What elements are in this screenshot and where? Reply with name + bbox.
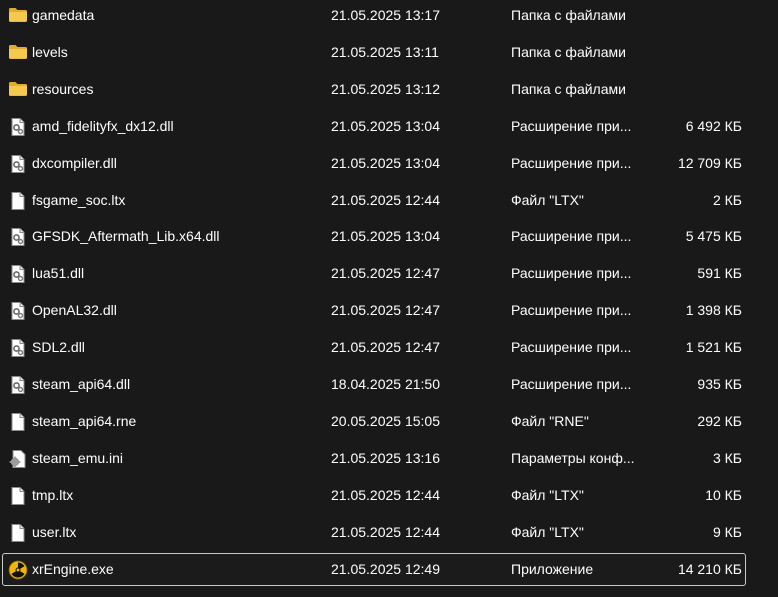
file-name: amd_fidelityfx_dx12.dll xyxy=(32,117,174,134)
radiation-exe-icon xyxy=(8,560,28,580)
file-name: GFSDK_Aftermath_Lib.x64.dll xyxy=(32,228,220,245)
file-name: user.ltx xyxy=(32,523,77,540)
file-name: fsgame_soc.ltx xyxy=(32,191,126,208)
folder-icon xyxy=(8,42,28,62)
file-name: xrEngine.exe xyxy=(32,560,114,577)
file-type: Приложение xyxy=(511,560,594,577)
folder-icon xyxy=(8,5,28,25)
dll-file-icon xyxy=(8,301,28,321)
file-row-13[interactable]: tmp.ltx 21.05.2025 12:44 Файл "LTX" 10 К… xyxy=(2,479,746,512)
blank-file-icon xyxy=(8,523,28,543)
file-row-7[interactable]: lua51.dll 21.05.2025 12:47 Расширение пр… xyxy=(2,257,746,290)
file-date-modified: 18.04.2025 21:50 xyxy=(331,376,440,392)
file-size: 292 КБ xyxy=(697,412,742,429)
dll-file-icon xyxy=(8,264,28,284)
file-name: levels xyxy=(32,43,68,60)
dll-file-icon xyxy=(8,154,28,174)
file-type: Папка с файлами xyxy=(511,43,626,60)
file-type: Параметры конф... xyxy=(511,449,635,466)
file-type: Расширение при... xyxy=(511,228,632,245)
file-name: lua51.dll xyxy=(32,265,85,282)
file-row-2[interactable]: resources 21.05.2025 13:12 Папка с файла… xyxy=(2,73,746,106)
file-name: resources xyxy=(32,80,94,97)
blank-file-icon xyxy=(8,486,28,506)
file-date-modified: 21.05.2025 12:47 xyxy=(331,302,440,319)
file-date-modified: 21.05.2025 13:12 xyxy=(331,80,440,97)
file-type: Файл "LTX" xyxy=(511,486,584,503)
file-date-modified: 21.05.2025 12:44 xyxy=(331,191,440,208)
file-size: 591 КБ xyxy=(697,265,742,282)
file-type: Расширение при... xyxy=(511,117,632,134)
file-name: steam_emu.ini xyxy=(32,449,124,466)
dll-file-icon xyxy=(8,227,28,247)
file-type: Расширение при... xyxy=(511,376,632,392)
file-date-modified: 21.05.2025 12:44 xyxy=(331,523,440,540)
file-date-modified: 21.05.2025 12:47 xyxy=(331,265,440,282)
file-date-modified: 21.05.2025 13:11 xyxy=(331,43,439,60)
file-size: 1 398 КБ xyxy=(685,302,742,319)
file-name: steam_api64.dll xyxy=(32,376,131,392)
file-name: steam_api64.rne xyxy=(32,412,137,429)
file-date-modified: 21.05.2025 13:04 xyxy=(331,117,440,134)
file-row-11[interactable]: steam_api64.rne 20.05.2025 15:05 Файл "R… xyxy=(2,405,746,438)
file-type: Папка с файлами xyxy=(511,80,626,97)
file-row-15[interactable]: xrEngine.exe 21.05.2025 12:49 Приложение… xyxy=(2,552,746,586)
file-row-6[interactable]: GFSDK_Aftermath_Lib.x64.dll 21.05.2025 1… xyxy=(2,220,746,253)
file-name: gamedata xyxy=(32,7,95,23)
file-type: Файл "LTX" xyxy=(511,191,584,208)
file-type: Расширение при... xyxy=(511,302,632,319)
file-type: Файл "LTX" xyxy=(511,523,584,540)
dll-file-icon xyxy=(8,375,28,395)
file-date-modified: 21.05.2025 13:16 xyxy=(331,449,440,466)
file-row-4[interactable]: dxcompiler.dll 21.05.2025 13:04 Расширен… xyxy=(2,147,746,180)
blank-file-icon xyxy=(8,191,28,211)
file-type: Расширение при... xyxy=(511,339,632,356)
file-list: gamedata 21.05.2025 13:17 Папка с файлам… xyxy=(0,0,778,597)
file-name: tmp.ltx xyxy=(32,486,74,503)
folder-icon xyxy=(8,79,28,99)
file-size: 6 492 КБ xyxy=(685,117,742,134)
file-row-12[interactable]: steam_emu.ini 21.05.2025 13:16 Параметры… xyxy=(2,442,746,475)
file-row-1[interactable]: levels 21.05.2025 13:11 Папка с файлами xyxy=(2,36,746,69)
file-type: Файл "RNE" xyxy=(511,412,589,429)
file-row-0[interactable]: gamedata 21.05.2025 13:17 Папка с файлам… xyxy=(2,0,746,32)
file-size: 14 210 КБ xyxy=(677,560,742,577)
file-size: 12 709 КБ xyxy=(677,154,742,171)
file-size: 9 КБ xyxy=(712,523,742,540)
file-row-3[interactable]: amd_fidelityfx_dx12.dll 21.05.2025 13:04… xyxy=(2,110,746,143)
file-row-9[interactable]: SDL2.dll 21.05.2025 12:47 Расширение при… xyxy=(2,331,746,364)
file-type: Расширение при... xyxy=(511,154,632,171)
file-name: SDL2.dll xyxy=(32,339,85,356)
file-date-modified: 21.05.2025 13:04 xyxy=(331,228,440,245)
file-row-14[interactable]: user.ltx 21.05.2025 12:44 Файл "LTX" 9 К… xyxy=(2,516,746,549)
file-date-modified: 21.05.2025 13:17 xyxy=(331,7,440,23)
file-type: Расширение при... xyxy=(511,265,632,282)
file-row-5[interactable]: fsgame_soc.ltx 21.05.2025 12:44 Файл "LT… xyxy=(2,184,746,217)
file-size: 5 475 КБ xyxy=(685,228,742,245)
file-size: 1 521 КБ xyxy=(685,339,742,356)
file-date-modified: 21.05.2025 13:04 xyxy=(331,154,440,171)
file-name: dxcompiler.dll xyxy=(32,154,117,171)
dll-file-icon xyxy=(8,117,28,137)
file-name: OpenAL32.dll xyxy=(32,302,117,319)
file-size: 2 КБ xyxy=(712,191,742,208)
file-date-modified: 20.05.2025 15:05 xyxy=(331,412,440,429)
file-size: 10 КБ xyxy=(705,486,742,503)
settings-file-icon xyxy=(8,449,28,469)
file-date-modified: 21.05.2025 12:47 xyxy=(331,339,440,356)
blank-file-icon xyxy=(8,412,28,432)
file-type: Папка с файлами xyxy=(511,7,626,23)
file-date-modified: 21.05.2025 12:49 xyxy=(331,560,440,577)
file-row-10[interactable]: steam_api64.dll 18.04.2025 21:50 Расшире… xyxy=(2,368,746,401)
file-date-modified: 21.05.2025 12:44 xyxy=(331,486,440,503)
file-size: 935 КБ xyxy=(697,376,742,392)
file-row-8[interactable]: OpenAL32.dll 21.05.2025 12:47 Расширение… xyxy=(2,294,746,327)
file-size: 3 КБ xyxy=(712,449,742,466)
dll-file-icon xyxy=(8,338,28,358)
